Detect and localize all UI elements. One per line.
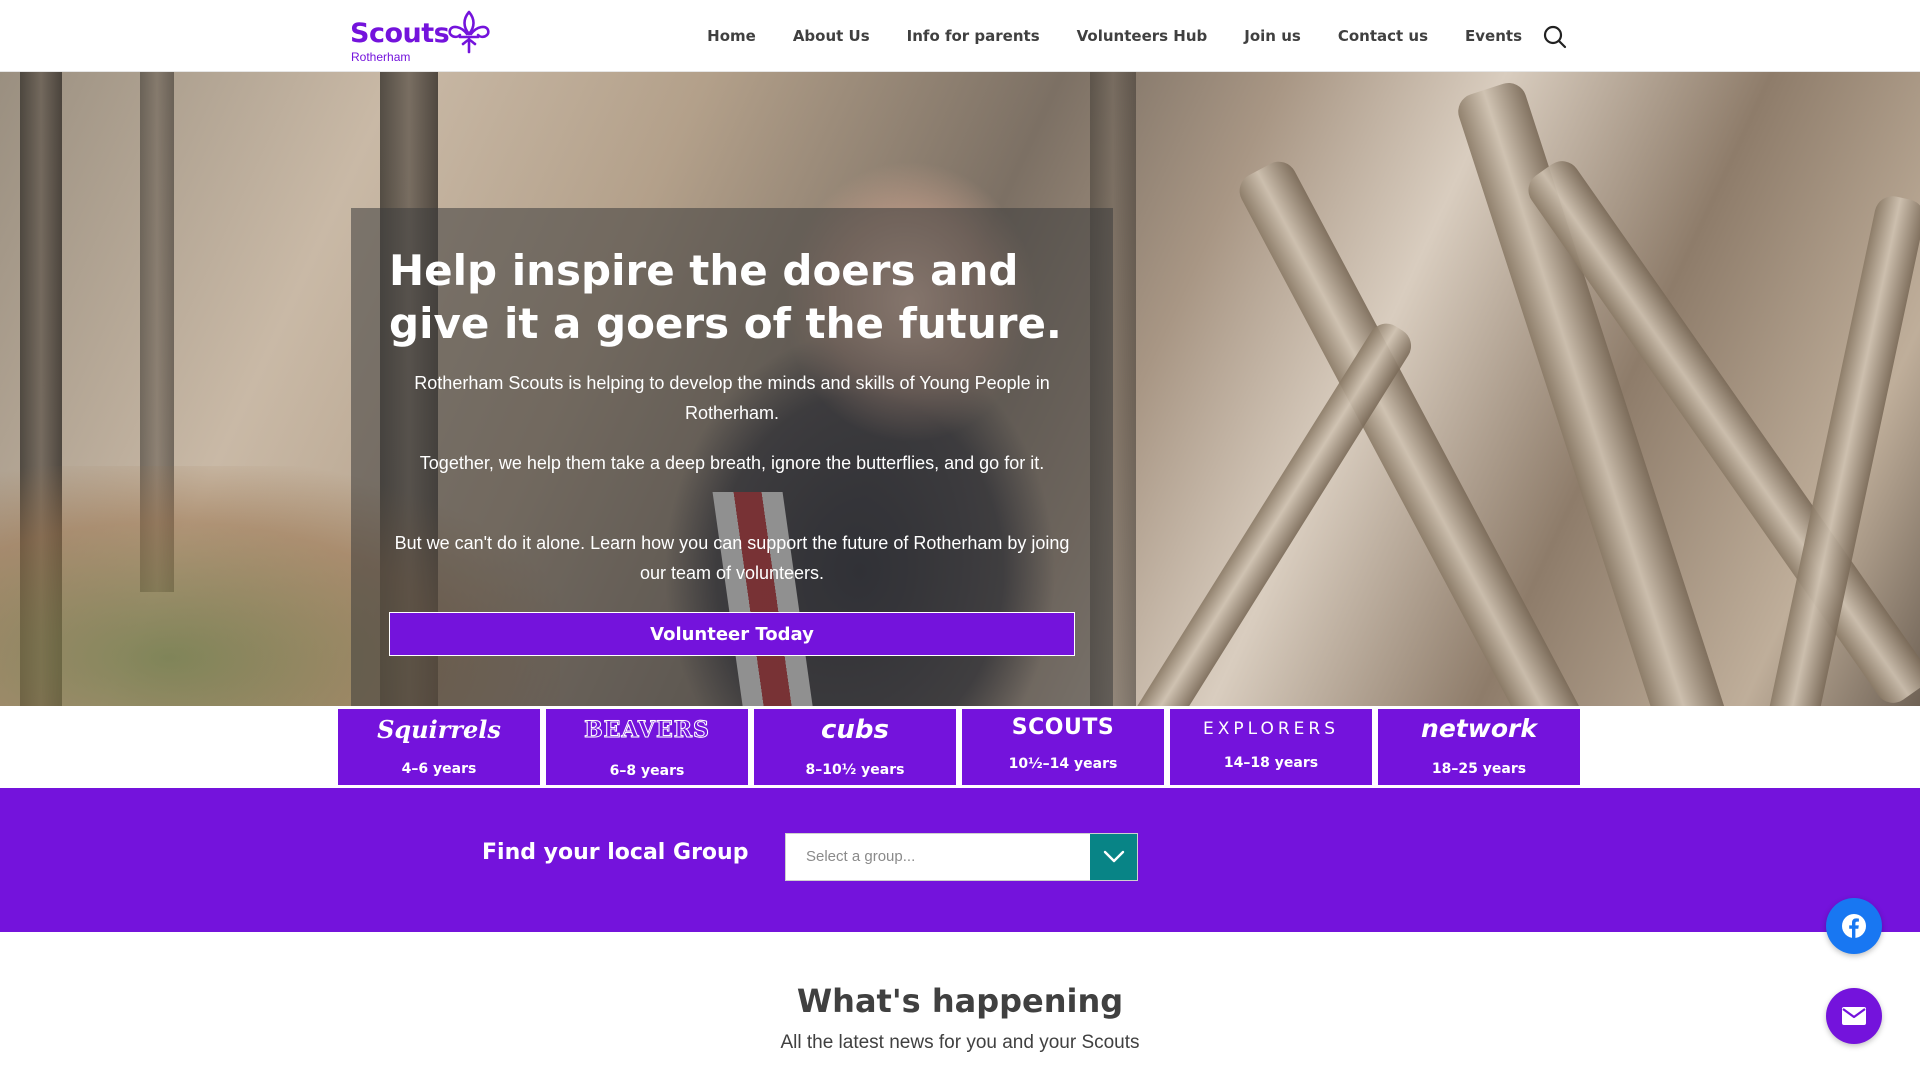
news-section-title: What's happening <box>796 982 1124 1020</box>
hero-paragraph: Together, we help them take a deep breat… <box>419 453 1045 473</box>
logo-subtitle: Rotherham <box>351 50 411 64</box>
news-section-subtitle: All the latest news for you and your Sco… <box>780 1032 1140 1053</box>
find-group-band: Find your local Group Select a group... <box>0 788 1920 932</box>
hero-title: Help inspire the doers and give it a goe… <box>389 246 1062 348</box>
section-name: SCOUTS <box>1011 715 1115 740</box>
nav-events[interactable]: Events <box>1465 27 1522 45</box>
chevron-down-icon <box>1103 850 1124 863</box>
section-tile-beavers[interactable]: BEAVERS 6–8 years <box>546 709 748 785</box>
hero-paragraph: But we can't do it alone. Learn how you … <box>394 533 1070 583</box>
section-tiles: Squirrels 4–6 years BEAVERS 6–8 years cu… <box>338 709 1583 785</box>
nav-about-us[interactable]: About Us <box>793 27 870 45</box>
section-name: cubs <box>820 715 889 745</box>
scouts-rotherham-logo[interactable]: Scouts Rotherham <box>350 10 500 64</box>
section-name: network <box>1421 714 1537 743</box>
section-tile-network[interactable]: network 18–25 years <box>1378 709 1580 785</box>
section-age: 8–10½ years <box>805 762 905 778</box>
hero-text-panel: Help inspire the doers and give it a goe… <box>351 208 1113 706</box>
section-age: 4–6 years <box>401 761 477 777</box>
hero-paragraph: Rotherham Scouts is helping to develop t… <box>414 373 1050 423</box>
main-nav: Home About Us Info for parents Volunteer… <box>707 0 1522 72</box>
group-select[interactable]: Select a group... <box>785 833 1138 881</box>
section-age: 10½–14 years <box>1008 756 1118 772</box>
envelope-icon <box>1842 1007 1866 1025</box>
section-age: 6–8 years <box>609 763 685 779</box>
nav-join-us[interactable]: Join us <box>1244 27 1301 45</box>
nav-home[interactable]: Home <box>707 27 756 45</box>
group-select-placeholder: Select a group... <box>806 848 916 865</box>
find-group-label: Find your local Group <box>482 840 749 865</box>
background-log <box>1126 316 1418 706</box>
section-age: 18–25 years <box>1431 761 1527 777</box>
section-age: 14–18 years <box>1223 755 1319 771</box>
section-name: BEAVERS <box>584 717 710 744</box>
search-icon[interactable] <box>1542 24 1568 50</box>
dropdown-toggle[interactable] <box>1090 834 1137 880</box>
site-header: Scouts Rotherham Home About Us Info for … <box>0 0 1920 72</box>
nav-contact-us[interactable]: Contact us <box>1338 27 1428 45</box>
hero-banner: Help inspire the doers and give it a goe… <box>0 72 1920 706</box>
logo-wordmark: Scouts <box>350 18 450 49</box>
fleur-de-lis-icon <box>448 10 490 54</box>
facebook-button[interactable] <box>1826 898 1882 954</box>
section-tile-explorers[interactable]: EXPLORERS 14–18 years <box>1170 709 1372 785</box>
email-button[interactable] <box>1826 988 1882 1044</box>
section-tile-scouts[interactable]: SCOUTS 10½–14 years <box>962 709 1164 785</box>
section-name: Squirrels <box>377 715 501 744</box>
section-tile-cubs[interactable]: cubs 8–10½ years <box>754 709 956 785</box>
facebook-icon <box>1842 914 1866 938</box>
nav-volunteers-hub[interactable]: Volunteers Hub <box>1077 27 1208 45</box>
volunteer-today-button[interactable]: Volunteer Today <box>389 612 1075 656</box>
section-tile-squirrels[interactable]: Squirrels 4–6 years <box>338 709 540 785</box>
section-name: EXPLORERS <box>1202 719 1340 739</box>
nav-info-for-parents[interactable]: Info for parents <box>907 27 1040 45</box>
